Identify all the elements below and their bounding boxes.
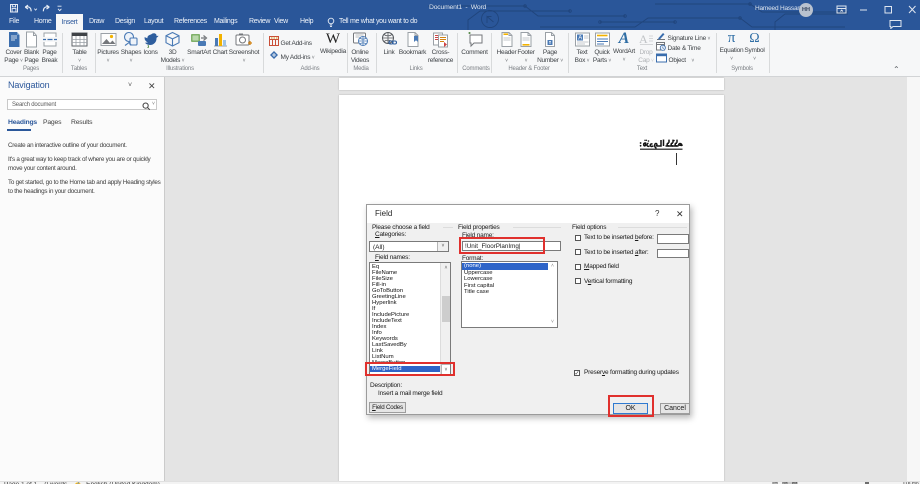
svg-text:A: A (578, 36, 582, 42)
svg-text:A: A (639, 32, 648, 46)
